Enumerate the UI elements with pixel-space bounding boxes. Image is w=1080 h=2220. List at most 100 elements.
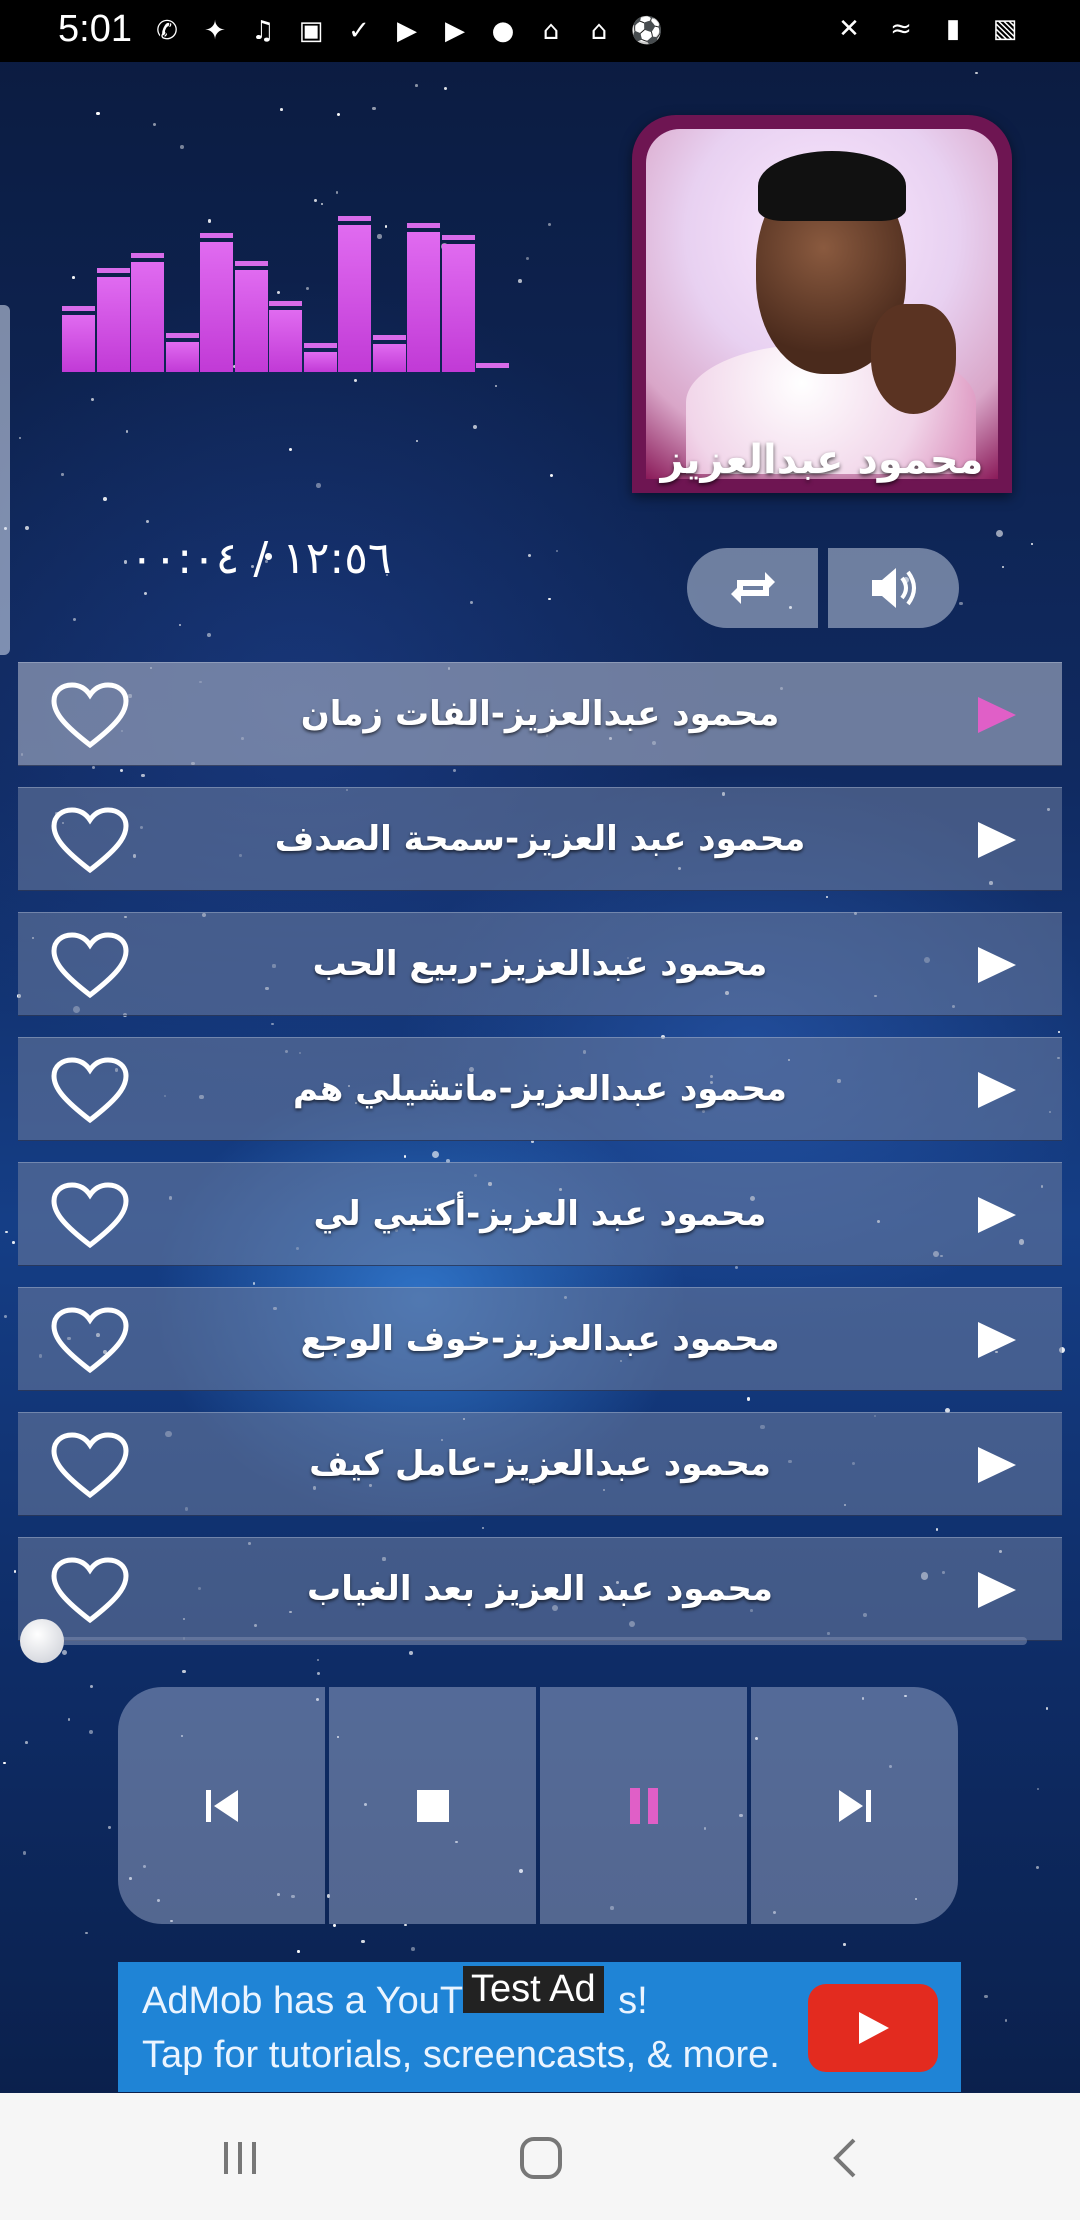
playlist-item[interactable]: محمود عبدالعزيز-خوف الوجع	[18, 1287, 1062, 1391]
equalizer-peak	[476, 363, 509, 368]
playlist-item[interactable]: محمود عبدالعزيز-ربيع الحب	[18, 912, 1062, 1016]
play-icon[interactable]	[976, 1320, 1018, 1360]
twitter-icon: ✦	[204, 16, 226, 46]
pause-button[interactable]	[540, 1687, 747, 1924]
favorite-heart-icon[interactable]	[50, 806, 130, 874]
status-bar: 5:01 ✆ ✦ ♫ ▣ ✓ ▶ ▶ ● ⌂ ⌂ ⚽ ✕ ≈ ▮ ▧	[0, 0, 1080, 62]
youtube-logo	[808, 1984, 938, 2072]
next-icon	[838, 1789, 871, 1822]
play-icon[interactable]	[976, 1070, 1018, 1110]
track-title: محمود عبدالعزيز-عامل كيف	[309, 1444, 771, 1484]
volume-button[interactable]	[828, 548, 959, 628]
ad-line1-end: s!	[618, 1980, 648, 2022]
equalizer-peak	[131, 253, 164, 258]
track-title: محمود عبدالعزيز-خوف الوجع	[300, 1319, 780, 1359]
system-icons: ✕ ≈ ▮ ▧	[832, 12, 1022, 46]
playlist-item[interactable]: محمود عبدالعزيز-الفات زمان	[18, 662, 1062, 766]
check-icon: ✓	[348, 16, 370, 46]
favorite-heart-icon[interactable]	[50, 931, 130, 999]
repeat-volume-controls	[687, 548, 959, 628]
equalizer-bar	[165, 342, 199, 372]
play-icon[interactable]	[976, 1445, 1018, 1485]
equalizer-peak	[372, 335, 406, 340]
track-title: محمود عبد العزيز-سمحة الصدف	[274, 819, 806, 859]
track-title: محمود عبد العزيز-أكتبي لي	[313, 1194, 767, 1234]
seek-bar-thumb[interactable]	[20, 1619, 64, 1663]
stop-button[interactable]	[329, 1687, 536, 1924]
track-title: محمود عبدالعزيز-ربيع الحب	[312, 944, 768, 984]
back-icon	[833, 2138, 856, 2178]
equalizer-peak	[62, 306, 95, 311]
previous-icon	[205, 1789, 238, 1822]
artist-photo	[646, 129, 998, 479]
favorite-heart-icon[interactable]	[50, 681, 130, 749]
equalizer-peak	[303, 343, 337, 348]
playlist-item[interactable]: محمود عبدالعزيز-عامل كيف	[18, 1412, 1062, 1516]
playlist-item[interactable]: محمود عبد العزيز-أكتبي لي	[18, 1162, 1062, 1266]
previous-button[interactable]	[118, 1687, 325, 1924]
playlist-item[interactable]: محمود عبدالعزيز-ماتشيلي هم	[18, 1037, 1062, 1141]
notification-icons: ✆ ✦ ♫ ▣ ✓ ▶ ▶ ● ⌂ ⌂ ⚽	[150, 14, 664, 48]
repeat-button[interactable]	[687, 548, 818, 628]
battery-icon: ▧	[992, 14, 1018, 44]
favorite-heart-icon[interactable]	[50, 1306, 130, 1374]
play-icon[interactable]	[976, 945, 1018, 985]
equalizer-bar	[269, 310, 302, 372]
recent-apps-button[interactable]	[205, 2123, 275, 2193]
equalizer-visualizer	[62, 215, 517, 372]
back-button[interactable]	[810, 2123, 880, 2193]
equalizer-peak	[441, 235, 475, 240]
track-title: محمود عبدالعزيز-الفات زمان	[300, 694, 780, 734]
equalizer-bar	[407, 232, 440, 372]
equalizer-bar	[200, 242, 233, 372]
dua-icon: ⌂	[590, 16, 608, 46]
equalizer-peak	[234, 261, 268, 266]
equalizer-peak	[96, 268, 130, 273]
next-button[interactable]	[751, 1687, 958, 1924]
playlist-item[interactable]: محمود عبد العزيز-سمحة الصدف	[18, 787, 1062, 891]
transport-controls	[118, 1687, 958, 1924]
dua-icon: ⌂	[542, 16, 560, 46]
wifi-icon: ≈	[890, 14, 912, 44]
favorite-heart-icon[interactable]	[50, 1056, 130, 1124]
side-handle[interactable]	[0, 305, 10, 655]
play-icon[interactable]	[976, 820, 1018, 860]
play-icon[interactable]	[976, 1570, 1018, 1610]
recent-apps-icon	[224, 2142, 256, 2174]
playlist: محمود عبدالعزيز-الفات زمان محمود عبد العز…	[18, 662, 1062, 1662]
equalizer-bar	[338, 225, 371, 372]
favorite-heart-icon[interactable]	[50, 1181, 130, 1249]
track-title: محمود عبد العزيز بعد الغياب	[307, 1569, 773, 1609]
favorite-heart-icon[interactable]	[50, 1431, 130, 1499]
equalizer-peak	[200, 233, 233, 238]
youtube-icon: ▶	[397, 16, 417, 46]
mute-icon: ✕	[838, 14, 860, 44]
play-icon[interactable]	[976, 1195, 1018, 1235]
equalizer-bar	[131, 262, 164, 372]
album-art: محمود عبدالعزيز	[632, 115, 1012, 493]
equalizer-peak	[407, 223, 440, 228]
track-title: محمود عبدالعزيز-ماتشيلي هم	[293, 1069, 787, 1109]
home-button[interactable]	[506, 2123, 576, 2193]
navigation-bar	[0, 2093, 1080, 2220]
ad-line2: Tap for tutorials, screencasts, & more.	[142, 2034, 780, 2076]
equalizer-peak	[338, 216, 371, 221]
pause-icon	[629, 1787, 658, 1824]
playlist-item[interactable]: محمود عبد العزيز بعد الغياب	[18, 1537, 1062, 1641]
play-icon	[859, 2012, 889, 2044]
whatsapp-icon: ✆	[156, 16, 178, 46]
favorite-heart-icon[interactable]	[50, 1556, 130, 1624]
equalizer-bar	[62, 315, 95, 372]
seek-bar[interactable]	[20, 1619, 1027, 1663]
album-caption: محمود عبدالعزيز	[660, 437, 984, 483]
ad-banner[interactable]: AdMob has a YouT s! Tap for tutorials, sc…	[118, 1962, 961, 2092]
equalizer-bar	[96, 277, 130, 372]
signal-icon: ▮	[945, 14, 961, 44]
repeat-icon	[730, 572, 775, 604]
test-ad-label: Test Ad	[463, 1966, 604, 2013]
ad-line1: AdMob has a YouT	[142, 1980, 464, 2022]
play-icon[interactable]	[976, 695, 1018, 735]
stop-icon	[416, 1789, 449, 1822]
status-time: 5:01	[58, 8, 132, 50]
equalizer-bar	[234, 270, 268, 372]
